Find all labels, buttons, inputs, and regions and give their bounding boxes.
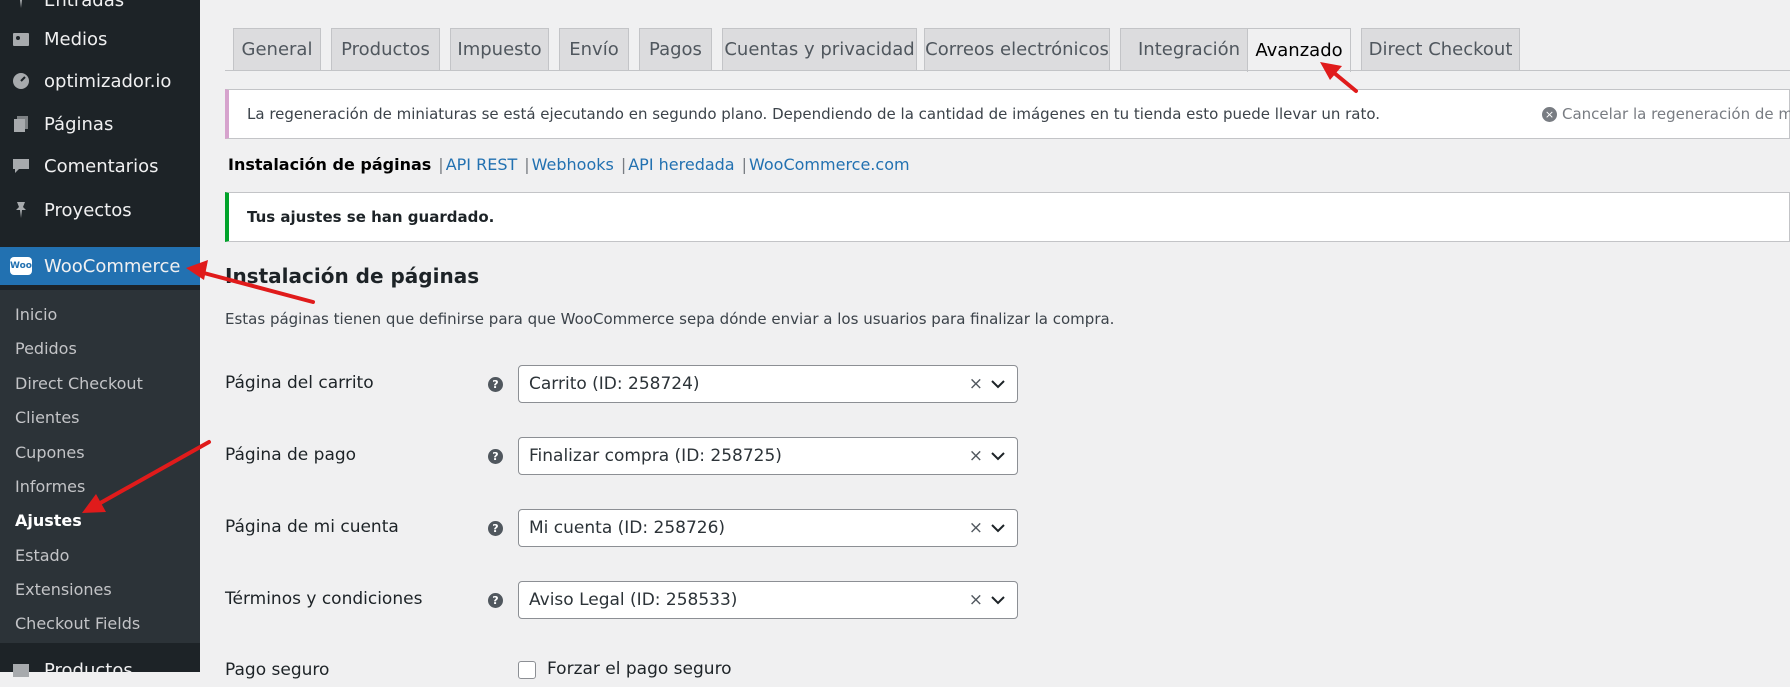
saved-message: Tus ajustes se han guardado. bbox=[247, 208, 495, 226]
submenu-item-inicio[interactable]: Inicio bbox=[15, 305, 57, 324]
subsection-nav: Instalación de páginas | API REST | Webhooks… bbox=[228, 155, 910, 174]
comment-icon bbox=[10, 155, 32, 177]
submenu-item-checkout-fields[interactable]: Checkout Fields bbox=[15, 614, 140, 633]
tab-direct-checkout[interactable]: Direct Checkout bbox=[1361, 28, 1520, 70]
help-icon[interactable]: ? bbox=[488, 449, 503, 464]
settings-saved-notice: Tus ajustes se han guardado. bbox=[225, 192, 1790, 242]
box-icon bbox=[10, 659, 32, 681]
submenu-item-direct-checkout[interactable]: Direct Checkout bbox=[15, 374, 143, 393]
tab-correos[interactable]: Correos electrónicos bbox=[924, 28, 1110, 70]
notice-message: La regeneración de miniaturas se está ej… bbox=[247, 105, 1381, 123]
media-icon bbox=[10, 28, 32, 50]
secure-checkout-label: Pago seguro bbox=[225, 660, 330, 680]
submenu-item-extensiones[interactable]: Extensiones bbox=[15, 580, 112, 599]
woo-logo: Woo bbox=[10, 257, 32, 275]
sidebar-item-label: Proyectos bbox=[44, 199, 132, 221]
tab-avanzado[interactable]: Avanzado bbox=[1247, 28, 1351, 72]
submenu-item-pedidos[interactable]: Pedidos bbox=[15, 339, 77, 358]
sidebar-item-label: optimizador.io bbox=[44, 70, 172, 92]
checkout-page-select[interactable]: Finalizar compra (ID: 258725) × bbox=[518, 437, 1018, 475]
cart-page-label: Página del carrito bbox=[225, 373, 374, 393]
subnav-webhooks[interactable]: Webhooks bbox=[532, 155, 614, 174]
select-value: Finalizar compra (ID: 258725) bbox=[529, 446, 782, 466]
subnav-woocommerce-com[interactable]: WooCommerce.com bbox=[749, 155, 910, 174]
sidebar-item-label: Entradas bbox=[44, 0, 125, 11]
sidebar-item-label: Productos bbox=[44, 659, 133, 681]
tab-productos[interactable]: Productos bbox=[331, 28, 440, 70]
submenu-item-ajustes[interactable]: Ajustes bbox=[15, 511, 82, 530]
sidebar-item-productos[interactable]: Productos bbox=[0, 653, 200, 687]
section-description: Estas páginas tienen que definirse para … bbox=[225, 310, 1115, 328]
tab-divider bbox=[225, 70, 1790, 71]
clear-icon[interactable]: × bbox=[969, 374, 983, 394]
section-title: Instalación de páginas bbox=[225, 264, 480, 288]
myaccount-page-label: Página de mi cuenta bbox=[225, 517, 399, 537]
settings-content: General Productos Impuesto Envío Pagos C… bbox=[200, 0, 1790, 680]
select-value: Carrito (ID: 258724) bbox=[529, 374, 700, 394]
submenu-item-estado[interactable]: Estado bbox=[15, 546, 69, 565]
help-icon[interactable]: ? bbox=[488, 377, 503, 392]
clear-icon[interactable]: × bbox=[969, 518, 983, 538]
tab-integracion[interactable]: Integración bbox=[1120, 28, 1258, 70]
sidebar-item-medios[interactable]: Medios bbox=[0, 22, 200, 56]
cart-page-select[interactable]: Carrito (ID: 258724) × bbox=[518, 365, 1018, 403]
chevron-down-icon[interactable] bbox=[991, 595, 1005, 605]
tab-pagos[interactable]: Pagos bbox=[639, 28, 712, 70]
gauge-icon bbox=[10, 70, 32, 92]
force-secure-label: Forzar el pago seguro bbox=[547, 659, 732, 679]
sidebar-item-optimizador[interactable]: optimizador.io bbox=[0, 64, 200, 98]
sidebar-item-label: WooCommerce bbox=[44, 255, 181, 277]
sidebar-item-label: Comentarios bbox=[44, 155, 159, 177]
pages-icon bbox=[10, 113, 32, 135]
chevron-down-icon[interactable] bbox=[991, 451, 1005, 461]
subnav-current: Instalación de páginas bbox=[228, 155, 432, 174]
pin-icon bbox=[10, 0, 32, 11]
sidebar-item-paginas[interactable]: Páginas bbox=[0, 107, 200, 141]
thumbnail-regeneration-notice: La regeneración de miniaturas se está ej… bbox=[225, 89, 1790, 139]
cancel-regeneration-label: Cancelar la regeneración de mi bbox=[1562, 105, 1790, 123]
chevron-down-icon[interactable] bbox=[991, 523, 1005, 533]
admin-sidebar: Entradas Medios optimizador.io Páginas C… bbox=[0, 0, 200, 681]
sidebar-item-comentarios[interactable]: Comentarios bbox=[0, 149, 200, 183]
clear-icon[interactable]: × bbox=[969, 590, 983, 610]
sidebar-item-woocommerce[interactable]: Woo WooCommerce bbox=[0, 247, 200, 285]
sidebar-item-proyectos[interactable]: Proyectos bbox=[0, 193, 200, 227]
tab-cuentas-privacidad[interactable]: Cuentas y privacidad bbox=[722, 28, 917, 70]
help-icon[interactable]: ? bbox=[488, 521, 503, 536]
force-secure-checkbox[interactable] bbox=[518, 661, 536, 679]
select-value: Mi cuenta (ID: 258726) bbox=[529, 518, 726, 538]
submenu-item-informes[interactable]: Informes bbox=[15, 477, 85, 496]
subnav-api-rest[interactable]: API REST bbox=[446, 155, 518, 174]
tab-impuesto[interactable]: Impuesto bbox=[450, 28, 549, 70]
cancel-regeneration-link[interactable]: × Cancelar la regeneración de mi bbox=[1542, 105, 1790, 123]
sidebar-item-entradas[interactable]: Entradas bbox=[0, 0, 200, 17]
close-circle-icon: × bbox=[1542, 106, 1557, 122]
sidebar-item-label: Páginas bbox=[44, 113, 114, 135]
clear-icon[interactable]: × bbox=[969, 446, 983, 466]
terms-page-label: Términos y condiciones bbox=[225, 589, 423, 609]
help-icon[interactable]: ? bbox=[488, 593, 503, 608]
terms-page-select[interactable]: Aviso Legal (ID: 258533) × bbox=[518, 581, 1018, 619]
pin-icon bbox=[10, 199, 32, 221]
checkout-page-label: Página de pago bbox=[225, 445, 357, 465]
tab-envio[interactable]: Envío bbox=[559, 28, 629, 70]
subnav-api-heredada[interactable]: API heredada bbox=[628, 155, 734, 174]
chevron-down-icon[interactable] bbox=[991, 379, 1005, 389]
sidebar-item-label: Medios bbox=[44, 28, 108, 50]
submenu-item-cupones[interactable]: Cupones bbox=[15, 443, 85, 462]
tab-general[interactable]: General bbox=[233, 28, 321, 70]
myaccount-page-select[interactable]: Mi cuenta (ID: 258726) × bbox=[518, 509, 1018, 547]
select-value: Aviso Legal (ID: 258533) bbox=[529, 590, 738, 610]
woocommerce-submenu: Inicio Pedidos Direct Checkout Clientes … bbox=[0, 290, 200, 643]
woo-icon: Woo bbox=[10, 255, 32, 277]
submenu-item-clientes[interactable]: Clientes bbox=[15, 408, 80, 427]
